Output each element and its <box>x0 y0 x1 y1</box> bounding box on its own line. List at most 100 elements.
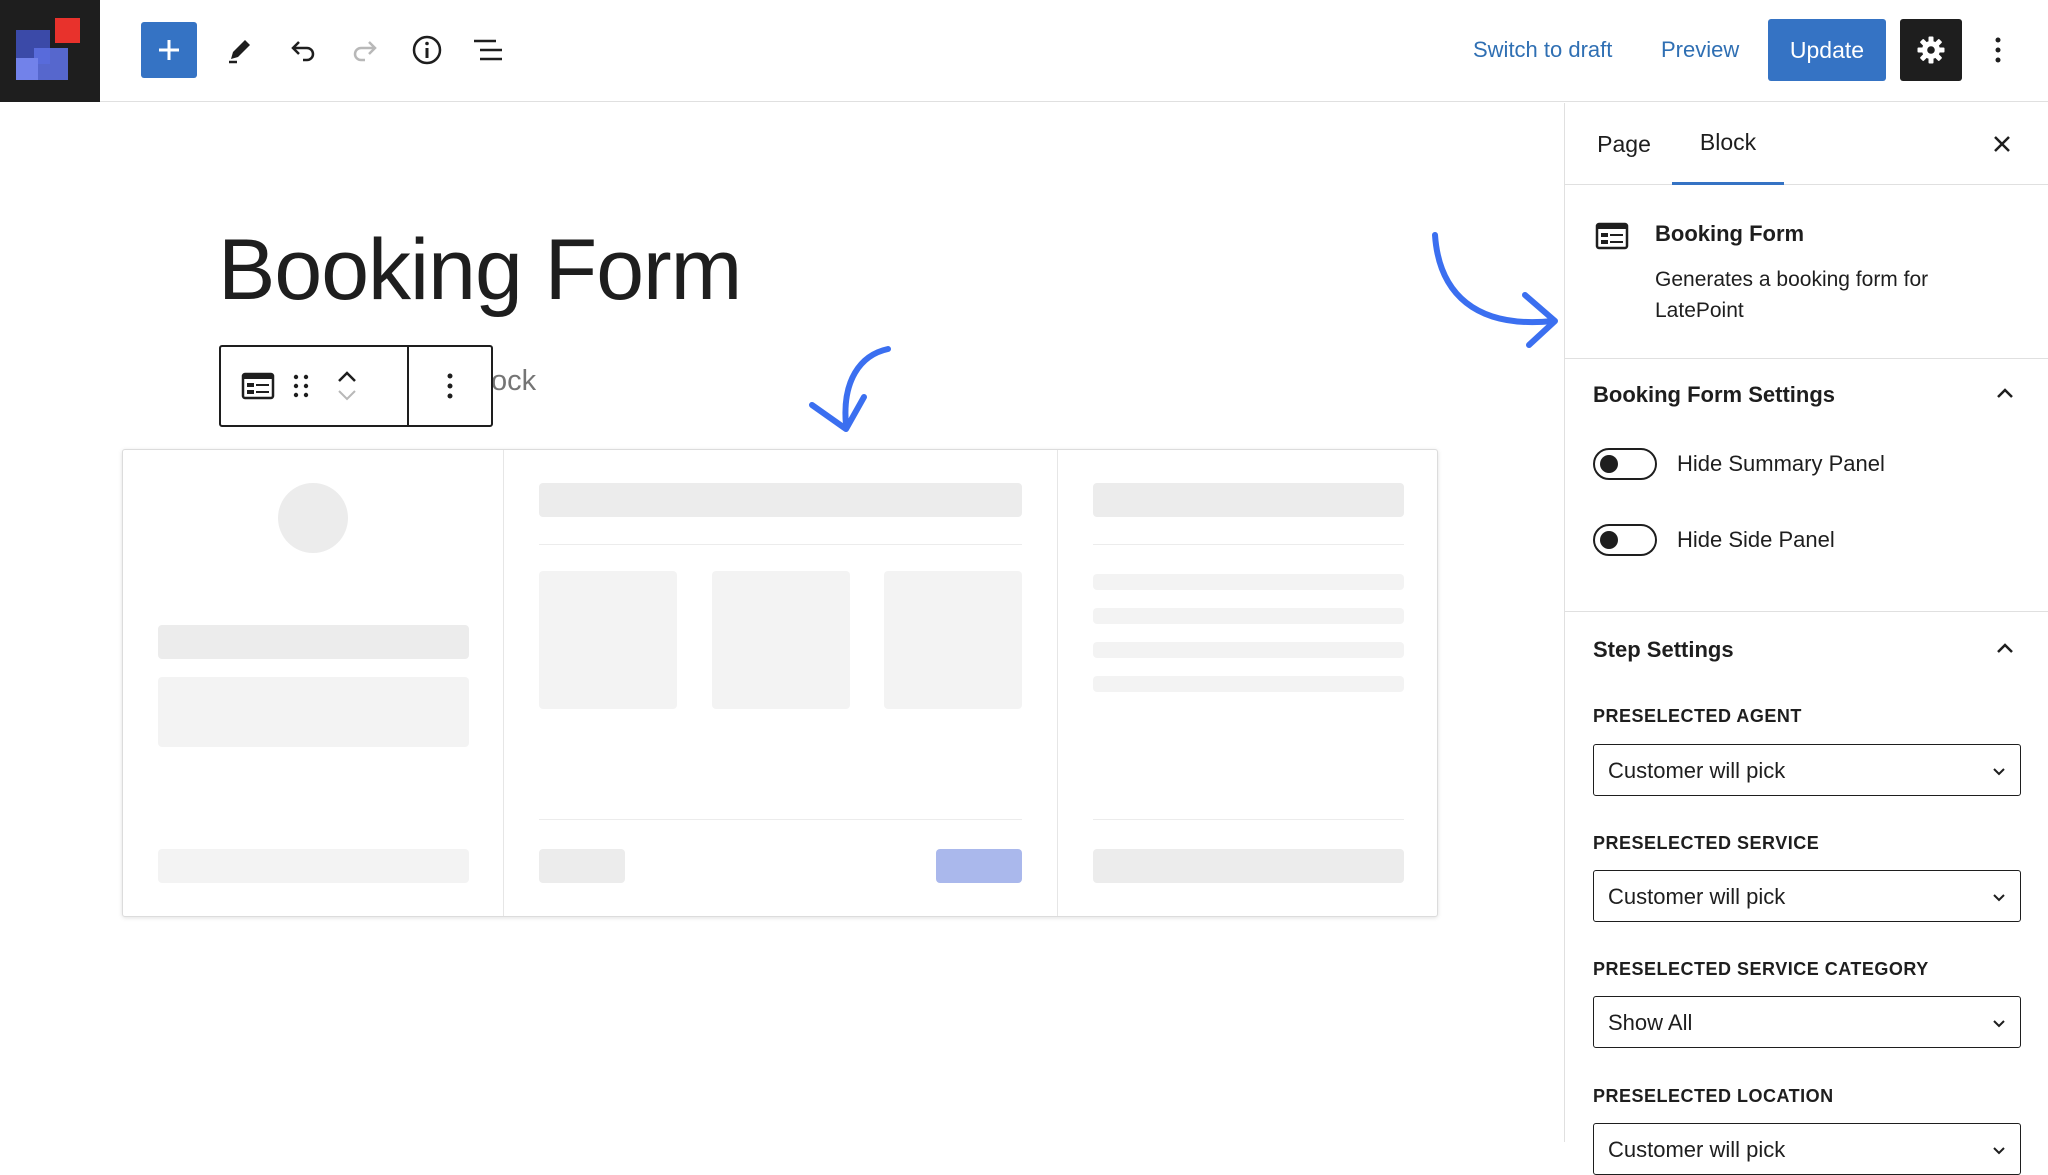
tab-page[interactable]: Page <box>1573 103 1675 185</box>
settings-button[interactable] <box>1900 19 1962 81</box>
select-value: Customer will pick <box>1608 884 1786 909</box>
annotation-arrow-right-icon <box>1432 232 1558 348</box>
preselected-service-select[interactable]: Customer will pick <box>1593 870 2021 922</box>
preselected-service-label: PRESELECTED SERVICE <box>1593 833 1820 853</box>
preview-button[interactable]: Preview <box>1661 30 1739 70</box>
tools-button[interactable] <box>212 22 268 78</box>
drag-handle-icon <box>293 374 309 398</box>
tab-block[interactable]: Block <box>1672 103 1784 185</box>
chevron-up-icon <box>1997 643 2013 653</box>
block-partial-text: ock <box>491 365 537 397</box>
chevron-down-icon <box>338 390 356 401</box>
toggle-switch[interactable] <box>1593 448 1657 480</box>
kebab-icon <box>1995 37 2001 63</box>
booking-form-block-preview[interactable] <box>122 449 1438 917</box>
preview-column-middle <box>504 450 1058 916</box>
toggle-knob <box>1600 531 1618 549</box>
preview-tile-placeholder <box>884 571 1022 709</box>
form-block-icon <box>241 372 275 400</box>
close-sidebar-button[interactable] <box>1977 119 2027 169</box>
switch-to-draft-button[interactable]: Switch to draft <box>1473 30 1612 70</box>
gear-icon <box>1917 36 1945 64</box>
list-view-icon <box>474 39 502 61</box>
block-card: Booking Form Generates a booking form fo… <box>1565 185 2048 359</box>
block-name: Booking Form <box>1655 221 1805 246</box>
redo-icon <box>353 41 377 62</box>
preview-header-placeholder <box>539 483 1022 517</box>
preview-tile-placeholder <box>539 571 677 709</box>
details-button[interactable] <box>399 22 455 78</box>
annotation-arrow-down-icon <box>809 346 891 432</box>
site-logo-button[interactable] <box>0 0 100 102</box>
block-toolbar <box>219 345 493 427</box>
list-view-button[interactable] <box>461 22 517 78</box>
preview-line-placeholder <box>1093 574 1404 590</box>
redo-button[interactable] <box>337 22 393 78</box>
preview-divider <box>539 544 1022 545</box>
toggle-knob <box>1600 455 1618 473</box>
preview-footer-placeholder <box>158 849 469 883</box>
preview-column-left <box>123 450 504 916</box>
chevron-up-icon <box>1997 388 2013 398</box>
panel-divider <box>1565 611 2048 612</box>
block-type-button[interactable] <box>241 372 275 400</box>
chevron-down-icon <box>1993 768 2005 776</box>
select-value: Customer will pick <box>1608 1137 1786 1162</box>
add-block-button[interactable] <box>141 22 197 78</box>
preview-divider <box>1093 544 1404 545</box>
pencil-icon <box>229 40 250 64</box>
preselected-location-select[interactable]: Customer will pick <box>1593 1123 2021 1175</box>
preview-line-placeholder <box>1093 642 1404 658</box>
hide-summary-panel-toggle[interactable]: Hide Summary Panel <box>1593 448 1885 480</box>
panel-title: Step Settings <box>1593 637 1734 662</box>
page-title[interactable]: Booking Form <box>218 220 742 320</box>
logo-square-red <box>55 18 80 43</box>
toggle-label: Hide Summary Panel <box>1677 451 1885 476</box>
sidebar-tabs: Page Block <box>1565 103 2048 185</box>
hide-side-panel-toggle[interactable]: Hide Side Panel <box>1593 524 1835 556</box>
editor-top-toolbar: Switch to draft Preview Update <box>0 0 2048 102</box>
settings-sidebar: Page Block Booking Form Generates a book… <box>1564 103 2048 1175</box>
preview-column-right <box>1058 450 1439 916</box>
preselected-agent-label: PRESELECTED AGENT <box>1593 706 1802 726</box>
preview-line-placeholder <box>1093 676 1404 692</box>
preview-line-placeholder <box>158 625 469 659</box>
logo-square-blue <box>34 48 68 80</box>
options-button[interactable] <box>1980 22 2016 78</box>
select-value: Show All <box>1608 1010 1693 1035</box>
update-button[interactable]: Update <box>1768 19 1886 81</box>
logo-square-blue-light <box>16 58 38 80</box>
block-options-button[interactable] <box>446 371 454 401</box>
preselected-service-category-label: PRESELECTED SERVICE CATEGORY <box>1593 959 1929 979</box>
panel-title: Booking Form Settings <box>1593 382 1835 407</box>
preview-header-placeholder <box>1093 483 1404 517</box>
preview-divider <box>1093 819 1404 820</box>
form-block-icon <box>1595 222 1629 250</box>
chevron-down-icon <box>1993 1020 2005 1028</box>
undo-icon <box>291 41 315 62</box>
preselected-agent-select[interactable]: Customer will pick <box>1593 744 2021 796</box>
select-value: Customer will pick <box>1608 758 1786 783</box>
info-icon <box>412 35 442 65</box>
close-icon <box>1994 136 2010 152</box>
preview-block-placeholder <box>158 677 469 747</box>
undo-button[interactable] <box>275 22 331 78</box>
booking-form-settings-panel-toggle[interactable]: Booking Form Settings <box>1565 360 2048 430</box>
preview-line-placeholder <box>1093 608 1404 624</box>
drag-handle[interactable] <box>289 371 313 401</box>
editor-canvas[interactable]: Booking Form ock <box>0 103 1564 1142</box>
preview-footer-placeholder <box>1093 849 1404 883</box>
chevron-up-icon <box>338 371 356 382</box>
preselected-location-label: PRESELECTED LOCATION <box>1593 1086 1834 1106</box>
preview-tile-placeholder <box>712 571 850 709</box>
preview-next-button-placeholder <box>936 849 1022 883</box>
move-up-down-buttons[interactable] <box>335 368 359 404</box>
toggle-switch[interactable] <box>1593 524 1657 556</box>
plus-icon <box>159 40 179 60</box>
kebab-icon <box>447 373 453 399</box>
step-settings-panel-toggle[interactable]: Step Settings <box>1565 615 2048 685</box>
preselected-service-category-select[interactable]: Show All <box>1593 996 2021 1048</box>
preview-avatar-placeholder <box>278 483 348 553</box>
preview-divider <box>539 819 1022 820</box>
chevron-down-icon <box>1993 894 2005 902</box>
